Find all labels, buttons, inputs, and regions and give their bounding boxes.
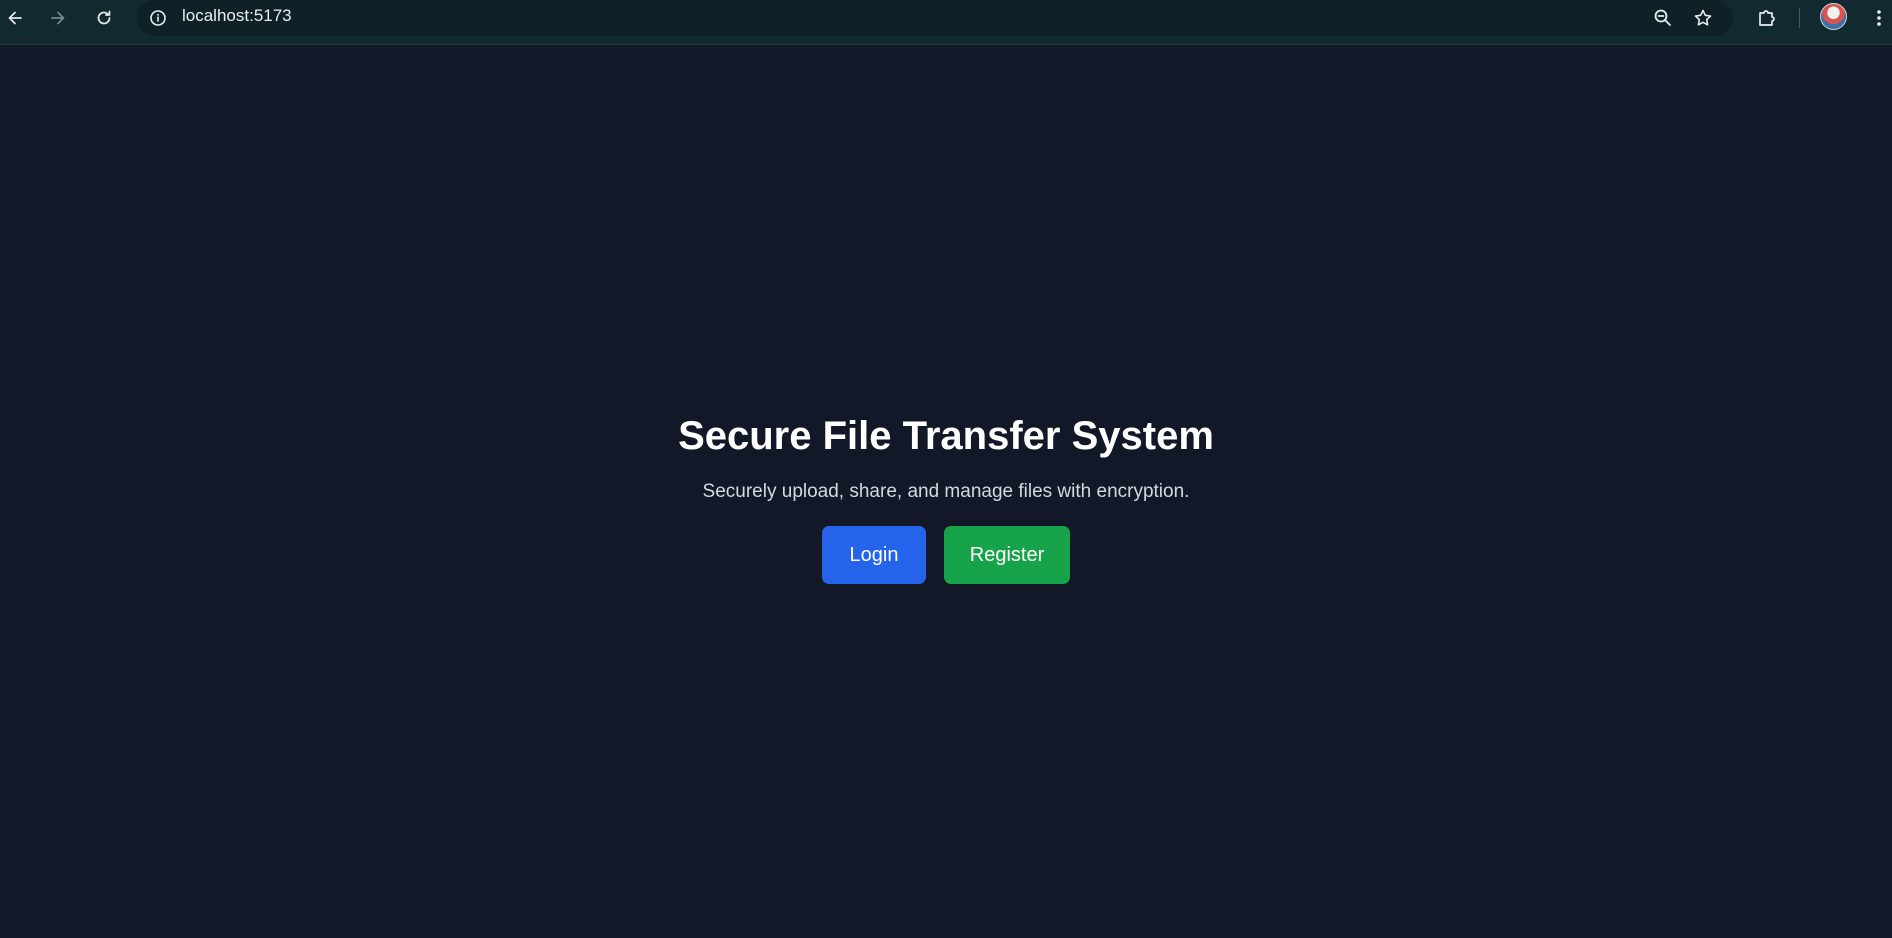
zoom-out-icon	[1654, 9, 1671, 26]
info-icon[interactable]	[147, 7, 169, 29]
browser-toolbar: localhost:5173	[0, 0, 1892, 45]
page-title: Secure File Transfer System	[678, 414, 1214, 458]
reload-button[interactable]	[89, 3, 119, 33]
address-bar[interactable]: localhost:5173	[137, 0, 1733, 36]
reload-icon	[97, 10, 111, 25]
forward-button[interactable]	[43, 3, 73, 33]
star-icon	[1694, 9, 1712, 26]
hero-section: Secure File Transfer System Securely upl…	[0, 400, 1892, 584]
extensions-button[interactable]	[1752, 3, 1782, 33]
kebab-menu-icon	[1877, 10, 1881, 26]
arrow-left-icon	[8, 11, 22, 25]
bookmark-button[interactable]	[1690, 5, 1716, 31]
profile-avatar[interactable]	[1820, 3, 1847, 30]
auth-buttons: Login Register	[0, 526, 1892, 584]
login-button[interactable]: Login	[822, 526, 926, 584]
page-subtitle: Securely upload, share, and manage files…	[702, 481, 1190, 502]
puzzle-icon	[1759, 10, 1775, 26]
browser-menu-button[interactable]	[1864, 3, 1892, 33]
register-button[interactable]: Register	[944, 526, 1070, 584]
arrow-right-icon	[51, 11, 65, 25]
back-button[interactable]	[0, 3, 30, 33]
zoom-button[interactable]	[1650, 5, 1676, 31]
url-text[interactable]: localhost:5173	[182, 0, 292, 32]
toolbar-divider	[1799, 8, 1800, 28]
